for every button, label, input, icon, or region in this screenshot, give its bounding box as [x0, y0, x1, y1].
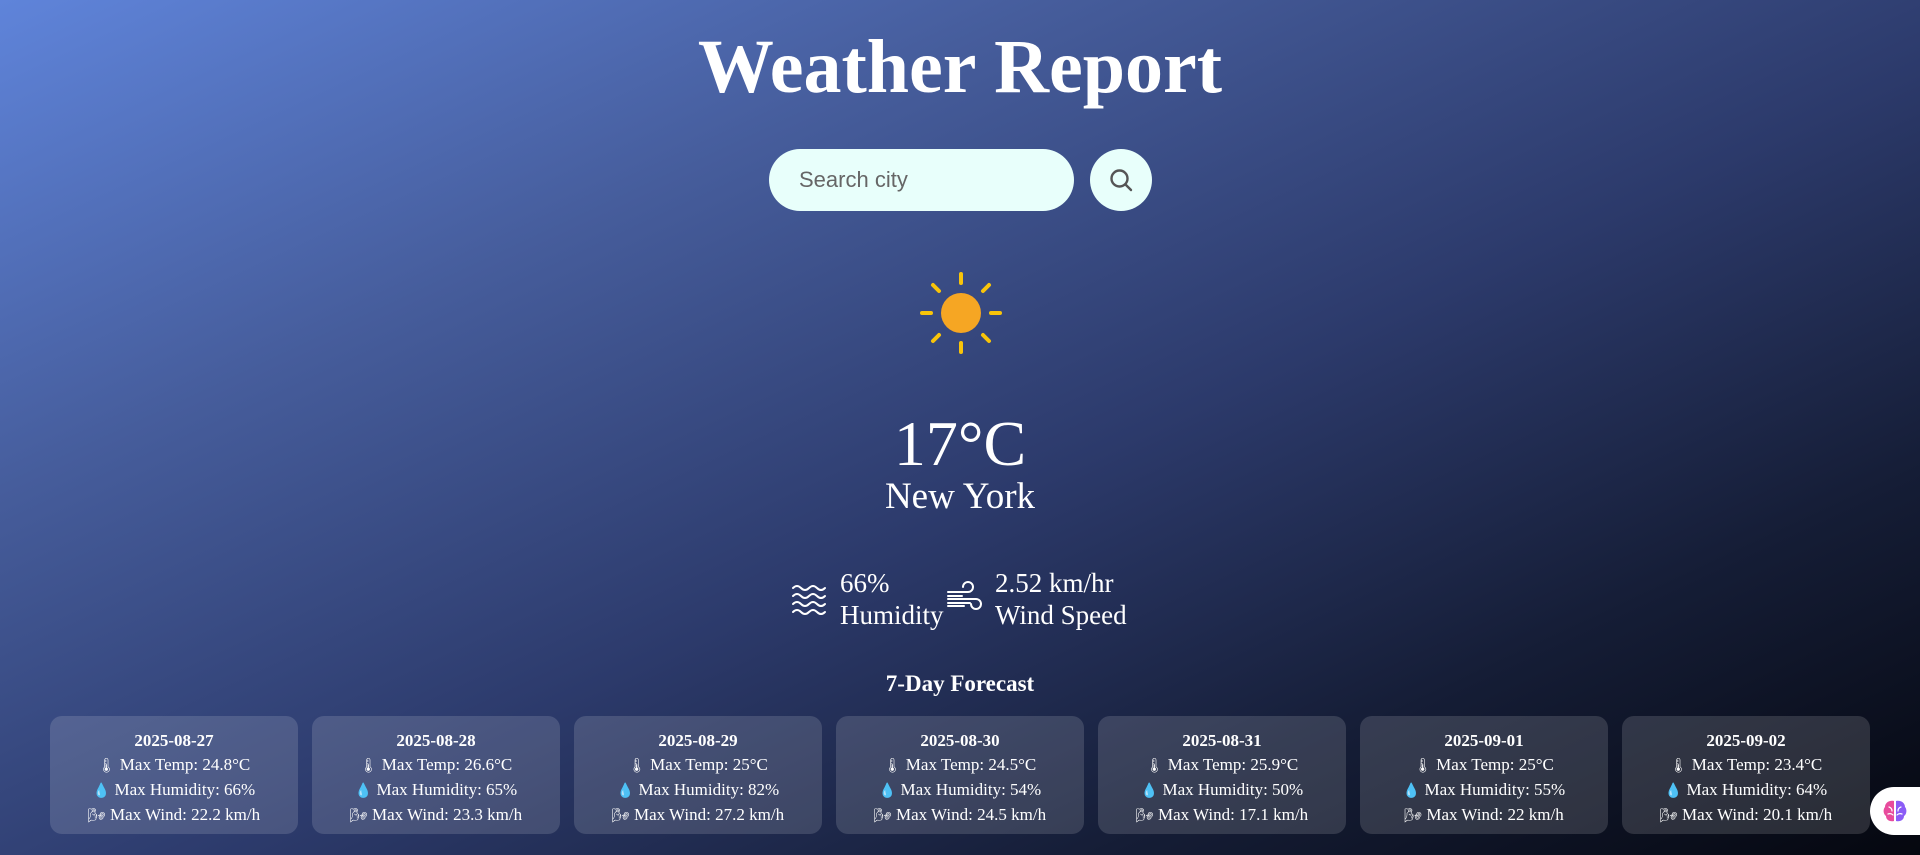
thermometer-icon: 🌡	[1145, 758, 1164, 774]
forecast-max-humidity: 💧 Max Humidity: 82%	[616, 780, 780, 799]
forecast-max-wind: 🌬 Max Wind: 17.1 km/h	[1135, 805, 1309, 824]
forecast-max-temp: 🌡 Max Temp: 24.5°C	[883, 755, 1037, 774]
forecast-max-wind: 🌬 Max Wind: 22.2 km/h	[87, 805, 261, 824]
forecast-date: 2025-08-28	[396, 731, 476, 750]
assistant-button[interactable]	[1870, 787, 1920, 835]
forecast-max-humidity: 💧 Max Humidity: 64%	[1664, 780, 1828, 799]
droplet-icon: 💧	[616, 783, 635, 799]
thermometer-icon: 🌡	[628, 758, 646, 774]
wind-icon: 🌬	[1135, 808, 1154, 824]
wind-value: 2.52 km/hr	[995, 568, 1114, 598]
thermometer-icon: 🌡	[883, 758, 902, 774]
search-icon	[1110, 169, 1133, 192]
forecast-max-wind: 🌬 Max Wind: 22 km/h	[1404, 805, 1564, 824]
forecast-date: 2025-08-31	[1182, 731, 1262, 750]
forecast-max-temp: 🌡 Max Temp: 23.4°C	[1669, 755, 1823, 774]
forecast-card: 2025-08-27 🌡 Max Temp: 24.8°C 💧 Max Humi…	[50, 716, 298, 834]
forecast-max-humidity: 💧 Max Humidity: 55%	[1402, 780, 1566, 799]
wind-icon: 🌬	[1404, 808, 1423, 824]
forecast-max-temp: 🌡 Max Temp: 25.9°C	[1145, 755, 1299, 774]
forecast-max-temp: 🌡 Max Temp: 25°C	[628, 755, 768, 774]
droplet-icon: 💧	[92, 783, 111, 799]
forecast-max-humidity: 💧 Max Humidity: 66%	[92, 780, 256, 799]
humidity-icon	[792, 585, 826, 615]
droplet-icon: 💧	[1664, 783, 1683, 799]
search-input[interactable]	[769, 149, 1074, 211]
wind-icon: 🌬	[87, 808, 106, 824]
forecast-date: 2025-08-27	[134, 731, 214, 750]
forecast-max-humidity: 💧 Max Humidity: 65%	[354, 780, 518, 799]
forecast-card: 2025-08-30 🌡 Max Temp: 24.5°C 💧 Max Humi…	[836, 716, 1084, 834]
forecast-max-temp: 🌡 Max Temp: 26.6°C	[359, 755, 513, 774]
current-temperature: 17°C	[893, 408, 1027, 479]
current-city: New York	[884, 476, 1036, 517]
forecast-max-temp: 🌡 Max Temp: 25°C	[1414, 755, 1554, 774]
forecast-list: 2025-08-27 🌡 Max Temp: 24.8°C 💧 Max Humi…	[50, 716, 1870, 834]
forecast-max-humidity: 💧 Max Humidity: 50%	[1140, 780, 1304, 799]
forecast-card: 2025-08-29 🌡 Max Temp: 25°C 💧 Max Humidi…	[574, 716, 822, 834]
thermometer-icon: 🌡	[1669, 758, 1688, 774]
forecast-date: 2025-08-29	[658, 731, 738, 750]
wind-icon	[947, 581, 982, 610]
forecast-max-wind: 🌬 Max Wind: 24.5 km/h	[873, 805, 1047, 824]
wind-icon: 🌬	[349, 808, 368, 824]
droplet-icon: 💧	[354, 783, 373, 799]
droplet-icon: 💧	[1140, 783, 1159, 799]
forecast-max-humidity: 💧 Max Humidity: 54%	[878, 780, 1042, 799]
thermometer-icon: 🌡	[359, 758, 378, 774]
forecast-card: 2025-08-28 🌡 Max Temp: 26.6°C 💧 Max Humi…	[312, 716, 560, 834]
forecast-max-temp: 🌡 Max Temp: 24.8°C	[97, 755, 251, 774]
forecast-max-wind: 🌬 Max Wind: 23.3 km/h	[349, 805, 523, 824]
forecast-date: 2025-09-01	[1444, 731, 1524, 750]
current-details: 66% Humidity 2.52 km/hr Wind Speed	[790, 567, 1127, 631]
wind-icon: 🌬	[611, 808, 630, 824]
humidity-text: 66% Humidity	[840, 567, 944, 631]
wind-block: 2.52 km/hr Wind Speed	[945, 567, 1127, 631]
sun-icon	[920, 272, 1002, 354]
droplet-icon: 💧	[878, 783, 897, 799]
forecast-title: 7-Day Forecast	[885, 671, 1035, 696]
wind-label: Wind Speed	[995, 600, 1127, 630]
forecast-max-wind: 🌬 Max Wind: 27.2 km/h	[611, 805, 785, 824]
humidity-label: Humidity	[840, 600, 944, 630]
brain-icon	[1883, 800, 1907, 822]
thermometer-icon: 🌡	[1414, 758, 1432, 774]
wind-icon: 🌬	[1659, 808, 1678, 824]
humidity-block: 66% Humidity	[790, 567, 945, 631]
wind-icon: 🌬	[873, 808, 892, 824]
forecast-card: 2025-09-01 🌡 Max Temp: 25°C 💧 Max Humidi…	[1360, 716, 1608, 834]
humidity-value: 66%	[840, 568, 890, 598]
search-bar	[769, 149, 1152, 211]
search-button[interactable]	[1090, 149, 1152, 211]
forecast-card: 2025-08-31 🌡 Max Temp: 25.9°C 💧 Max Humi…	[1098, 716, 1346, 834]
wind-text: 2.52 km/hr Wind Speed	[995, 567, 1127, 631]
forecast-max-wind: 🌬 Max Wind: 20.1 km/h	[1659, 805, 1833, 824]
forecast-card: 2025-09-02 🌡 Max Temp: 23.4°C 💧 Max Humi…	[1622, 716, 1870, 834]
forecast-date: 2025-08-30	[920, 731, 1000, 750]
page-title: Weather Report	[697, 25, 1223, 109]
thermometer-icon: 🌡	[97, 758, 116, 774]
forecast-date: 2025-09-02	[1706, 731, 1786, 750]
droplet-icon: 💧	[1402, 783, 1421, 799]
